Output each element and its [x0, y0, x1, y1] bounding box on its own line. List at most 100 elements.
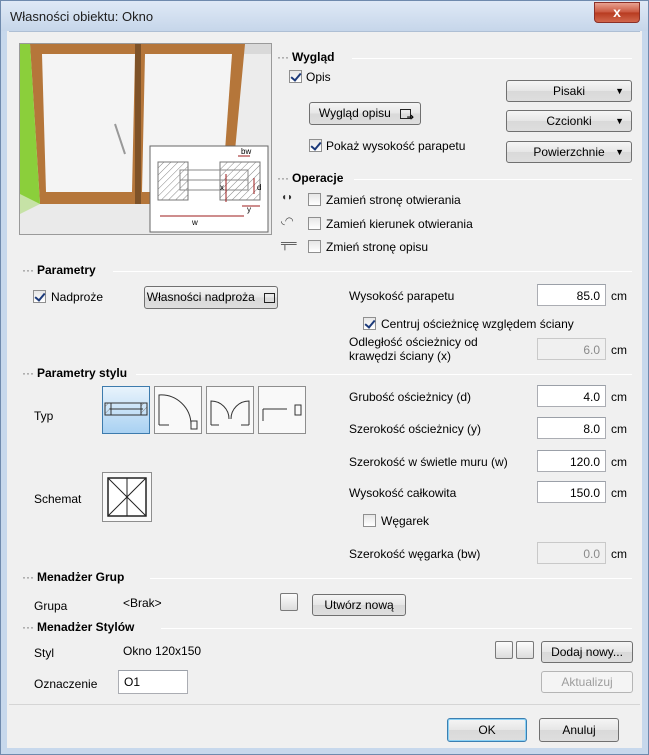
frame-thickness-input[interactable]: 4.0	[537, 385, 606, 407]
opening-icon	[262, 404, 302, 421]
type-tile-fixed[interactable]	[102, 386, 150, 434]
chevron-down-icon: ▼	[615, 86, 624, 96]
create-group-button[interactable]: Utwórz nową	[312, 594, 406, 616]
lintel-label: Nadproże	[51, 290, 104, 304]
wegarek-checkbox[interactable]	[363, 514, 376, 527]
sill-height-label: Wysokość parapetu	[349, 289, 455, 303]
powierzchnie-dropdown[interactable]: Powierzchnie ▼	[506, 141, 632, 163]
diagram-label-y: y	[247, 205, 251, 214]
description-side-icon: ╤═	[281, 238, 297, 250]
dialog-body: bw x d y w ··· Wygląd Opis Wygląd opisu ➔…	[9, 31, 640, 747]
swap-side-label: Zamień stronę otwierania	[326, 193, 461, 207]
wegarek-label: Węgarek	[381, 514, 430, 528]
opis-label: Opis	[306, 70, 331, 84]
frame-width-unit: cm	[611, 422, 627, 436]
diagram-label-bw: bw	[241, 147, 251, 156]
frame-width-label: Szerokość ościeżnicy (y)	[349, 422, 482, 436]
chevron-down-icon: ▼	[615, 116, 624, 126]
total-height-unit: cm	[611, 486, 627, 500]
group-manager-heading: ··· Menadżer Grup	[22, 570, 125, 584]
operations-divider	[354, 179, 632, 180]
style-value[interactable]: Okno 120x150	[123, 644, 201, 658]
wyglad-opisu-label: Wygląd opisu	[318, 106, 391, 120]
sill-height-input[interactable]: 85.0	[537, 284, 606, 306]
style-label: Styl	[34, 646, 55, 660]
diagram-label-w: w	[191, 218, 198, 227]
window-preview-image: bw x d y w	[19, 43, 272, 235]
title-bar[interactable]: Własności obiektu: Okno x	[1, 1, 648, 31]
swap-side-checkbox[interactable]	[308, 193, 321, 206]
style-manager-heading: ··· Menadżer Stylów	[22, 620, 135, 634]
wegarek-width-unit: cm	[611, 547, 627, 561]
center-frame-label: Centruj ościeżnicę względem ściany	[381, 317, 574, 331]
close-button[interactable]: x	[594, 2, 640, 23]
appearance-divider	[352, 58, 632, 59]
add-style-button[interactable]: Dodaj nowy...	[541, 641, 633, 663]
frame-thickness-label: Grubość ościeżnicy (d)	[349, 390, 472, 404]
fixed-window-icon	[104, 402, 148, 416]
powierzchnie-label: Powierzchnie	[533, 145, 605, 159]
clear-width-input[interactable]: 120.0	[537, 450, 606, 472]
ok-button[interactable]: OK	[447, 718, 527, 742]
wyglad-opisu-button[interactable]: Wygląd opisu ➔	[309, 102, 421, 125]
style-library-icon[interactable]	[516, 641, 534, 659]
type-tile-double[interactable]	[206, 386, 254, 434]
appearance-heading: ··· Wygląd	[277, 50, 335, 64]
style-manager-divider	[161, 628, 632, 629]
select-group-icon[interactable]	[280, 593, 298, 611]
window-scheme-icon	[107, 477, 147, 517]
style-parameters-divider	[136, 374, 632, 375]
swap-direction-label: Zamień kierunek otwierania	[326, 217, 473, 231]
diagram-label-d: d	[257, 183, 261, 192]
frame-width-input[interactable]: 8.0	[537, 417, 606, 439]
total-height-input[interactable]: 150.0	[537, 481, 606, 503]
swap-direction-checkbox[interactable]	[308, 217, 321, 230]
show-sill-checkbox[interactable]	[309, 139, 322, 152]
clear-width-label: Szerokość w świetle muru (w)	[349, 455, 508, 469]
frame-thickness-unit: cm	[611, 390, 627, 404]
parameters-heading: ··· Parametry	[22, 263, 96, 277]
lintel-properties-label: Własności nadproża	[146, 290, 255, 304]
type-tile-opening[interactable]	[258, 386, 306, 434]
update-style-button[interactable]: Aktualizuj	[541, 671, 633, 693]
single-sash-icon	[158, 394, 198, 430]
swap-direction-icon: ◟◠	[281, 216, 294, 227]
wegarek-width-input[interactable]: 0.0	[537, 542, 606, 564]
total-height-label: Wysokość całkowita	[349, 486, 457, 500]
swap-side-icon: ◖◗	[281, 192, 294, 203]
dialog-window: Własności obiektu: Okno x bw x d y w ···…	[0, 0, 649, 755]
diagram-label-x: x	[220, 183, 224, 192]
description-side-checkbox[interactable]	[308, 240, 321, 253]
footer-divider	[9, 704, 640, 705]
cancel-button[interactable]: Anuluj	[539, 718, 619, 742]
scheme-tile[interactable]	[102, 472, 152, 522]
wegarek-width-label: Szerokość węgarka (bw)	[349, 547, 481, 561]
operations-heading: ··· Operacje	[277, 171, 344, 185]
description-side-label: Zmień stronę opisu	[326, 240, 429, 254]
sill-height-unit: cm	[611, 289, 627, 303]
opis-checkbox[interactable]	[289, 70, 302, 83]
center-frame-checkbox[interactable]	[363, 317, 376, 330]
window-title: Własności obiektu: Okno	[10, 9, 154, 24]
group-label: Grupa	[34, 599, 68, 613]
parameters-divider	[113, 271, 632, 272]
mark-input[interactable]: O1	[118, 670, 188, 694]
lintel-checkbox[interactable]	[33, 290, 46, 303]
pisaki-label: Pisaki	[552, 84, 585, 98]
czcionki-label: Czcionki	[546, 114, 592, 128]
select-style-icon[interactable]	[495, 641, 513, 659]
pisaki-dropdown[interactable]: Pisaki ▼	[506, 80, 632, 102]
frame-offset-input[interactable]: 6.0	[537, 338, 606, 360]
group-value[interactable]: <Brak>	[123, 596, 162, 610]
open-dialog-icon: ➔	[400, 108, 414, 121]
show-sill-label: Pokaż wysokość parapetu	[326, 139, 466, 153]
lintel-properties-button[interactable]: Własności nadproża	[144, 286, 278, 309]
group-manager-divider	[150, 578, 632, 579]
frame-offset-unit: cm	[611, 343, 627, 357]
chevron-down-icon: ▼	[615, 147, 624, 157]
scheme-label: Schemat	[34, 492, 82, 506]
double-sash-icon	[210, 400, 250, 426]
czcionki-dropdown[interactable]: Czcionki ▼	[506, 110, 632, 132]
clear-width-unit: cm	[611, 455, 627, 469]
type-tile-single[interactable]	[154, 386, 202, 434]
